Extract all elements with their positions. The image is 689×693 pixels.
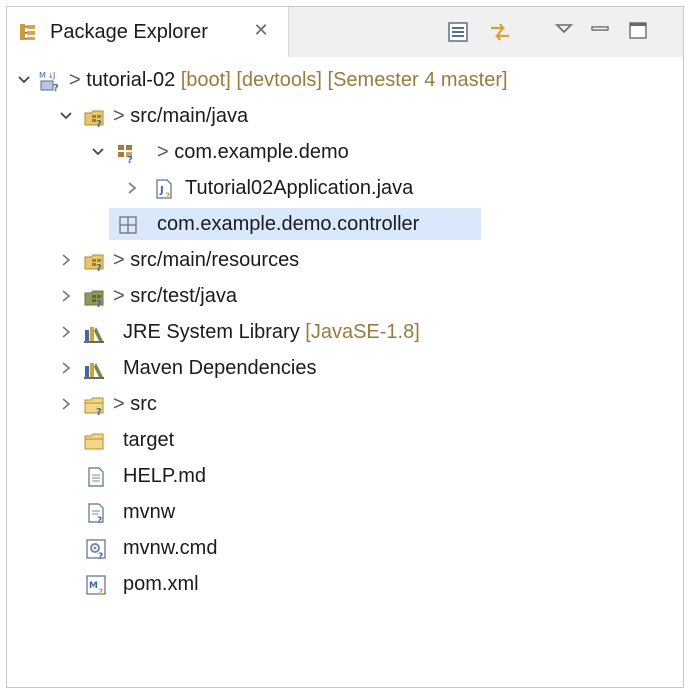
svg-text:M: M	[89, 581, 98, 591]
svg-text:?: ?	[96, 299, 102, 308]
tree-item-src-main-resources[interactable]: ? > src/main/resources	[7, 243, 683, 277]
close-icon[interactable]: ✕	[250, 19, 272, 41]
package-icon: ?	[118, 145, 133, 164]
gear-file-icon: ?	[86, 539, 106, 560]
svg-text:?: ?	[96, 119, 102, 128]
maven-project-icon: M ↓ J ?	[39, 71, 59, 92]
empty-package-icon	[119, 216, 137, 234]
source-folder-icon: ?	[84, 110, 104, 128]
svg-text:?: ?	[165, 192, 170, 200]
view-header: Package Explorer ✕	[7, 7, 683, 57]
svg-text:?: ?	[98, 552, 103, 560]
tree-item-package-controller[interactable]: com.example.demo.controller	[7, 207, 683, 241]
tree-item-label: > src	[113, 393, 157, 415]
library-icon	[84, 327, 104, 343]
tree-item-pom-xml[interactable]: M ? pom.xml	[7, 567, 683, 601]
maven-pom-icon: M ?	[86, 575, 106, 596]
tree-item-src-main-java[interactable]: ? > src/main/java	[7, 99, 683, 133]
chevron-right-icon[interactable]	[59, 396, 73, 412]
library-icon	[84, 363, 104, 379]
tree-item-jre-library[interactable]: JRE System Library [JavaSE-1.8]	[7, 315, 683, 349]
tree-item-target[interactable]: target	[7, 423, 683, 457]
tree-item-src-test-java[interactable]: ? > src/test/java	[7, 279, 683, 313]
package-explorer-view: Package Explorer ✕ M ↓ J ? > tutorial-02…	[6, 6, 684, 688]
tree-item-label: mvnw.cmd	[123, 537, 218, 559]
tree-item-label: > src/main/java	[113, 105, 249, 127]
text-file-icon: ?	[88, 503, 104, 524]
source-folder-icon: ?	[84, 254, 104, 272]
tree-item-maven-dependencies[interactable]: Maven Dependencies	[7, 351, 683, 385]
tree-item-label: com.example.demo.controller	[157, 213, 420, 235]
tab-package-explorer[interactable]: Package Explorer ✕	[7, 7, 289, 57]
collapse-all-icon[interactable]	[445, 19, 471, 45]
tree-item-help-md[interactable]: HELP.md	[7, 459, 683, 493]
tree-item-project[interactable]: M ↓ J ? > tutorial-02 [boot] [devtools] …	[7, 63, 683, 97]
java-file-icon: J ?	[156, 179, 172, 200]
tree-item-label: JRE System Library [JavaSE-1.8]	[123, 321, 420, 343]
chevron-right-icon[interactable]	[59, 252, 73, 268]
tree-item-mvnw[interactable]: ? mvnw	[7, 495, 683, 529]
svg-text:?: ?	[97, 516, 102, 524]
tree-item-label: Maven Dependencies	[123, 357, 317, 379]
package-explorer-icon	[20, 24, 35, 40]
test-source-folder-icon: ?	[84, 290, 104, 308]
chevron-down-icon[interactable]	[91, 144, 105, 160]
folder-icon	[84, 433, 104, 450]
view-menu-icon[interactable]	[551, 17, 577, 43]
tree-item-label: mvnw	[123, 501, 176, 523]
chevron-right-icon[interactable]	[125, 180, 139, 196]
link-with-editor-icon[interactable]	[487, 19, 513, 45]
tree-item-label: > com.example.demo	[157, 141, 349, 163]
chevron-right-icon[interactable]	[59, 288, 73, 304]
svg-text:?: ?	[127, 155, 133, 164]
tree-item-src[interactable]: ? > src	[7, 387, 683, 421]
svg-text:?: ?	[96, 407, 102, 416]
text-file-icon	[88, 467, 104, 487]
svg-text:J: J	[52, 71, 55, 80]
folder-icon: ?	[84, 397, 104, 416]
minimize-icon[interactable]	[587, 17, 613, 43]
svg-text:M: M	[39, 71, 46, 80]
tree-item-label: > tutorial-02 [boot] [devtools] [Semeste…	[69, 69, 508, 91]
tree-item-mvnw-cmd[interactable]: ? mvnw.cmd	[7, 531, 683, 565]
tree-item-label: pom.xml	[123, 573, 199, 595]
tree-item-label: > src/test/java	[113, 285, 237, 307]
chevron-right-icon[interactable]	[59, 324, 73, 340]
svg-text:J: J	[159, 185, 164, 196]
svg-text:?: ?	[96, 263, 102, 272]
svg-text:?: ?	[98, 588, 103, 596]
tree-item-package-demo[interactable]: ? > com.example.demo	[7, 135, 683, 169]
tree-item-label: Tutorial02Application.java	[185, 177, 414, 199]
chevron-right-icon[interactable]	[59, 360, 73, 376]
chevron-down-icon[interactable]	[59, 108, 73, 124]
tree-item-label: target	[123, 429, 175, 451]
maximize-icon[interactable]	[625, 17, 651, 43]
tree-item-label: HELP.md	[123, 465, 207, 487]
tree-item-application-java[interactable]: J ? Tutorial02Application.java	[7, 171, 683, 205]
svg-text:?: ?	[53, 83, 59, 92]
tab-label: Package Explorer	[50, 21, 208, 43]
tree-item-label: > src/main/resources	[113, 249, 300, 271]
chevron-down-icon[interactable]	[17, 72, 31, 88]
